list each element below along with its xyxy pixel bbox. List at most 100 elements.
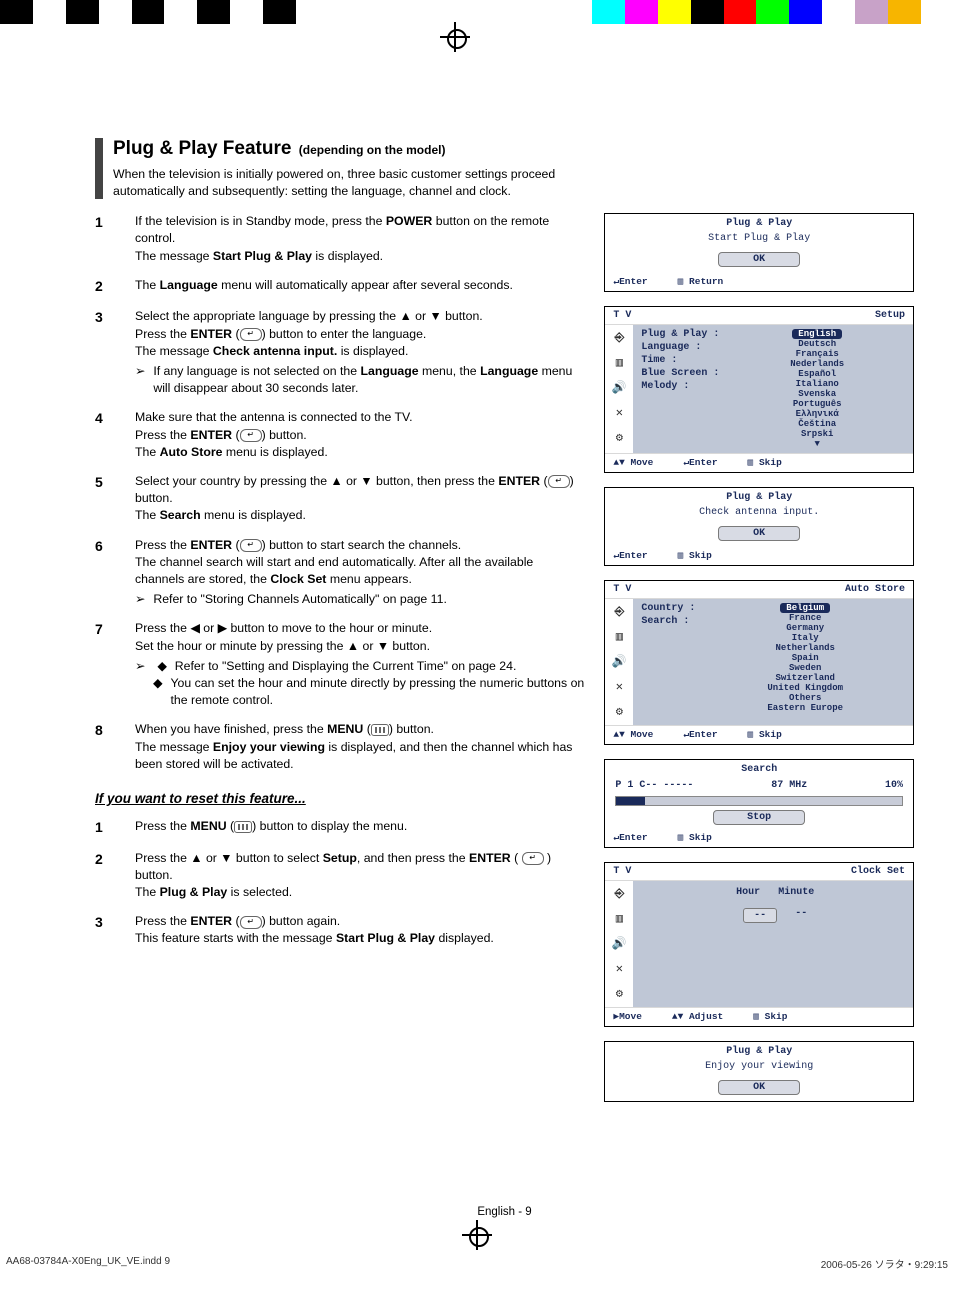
step-number: 3 bbox=[95, 913, 135, 947]
step-number: 7 bbox=[95, 620, 135, 709]
step-number: 1 bbox=[95, 213, 135, 265]
crop-color-bar bbox=[0, 0, 954, 24]
menu-value[interactable]: Ελληνικά bbox=[725, 409, 909, 419]
footer-enter: ↵Enter bbox=[683, 457, 717, 468]
sub-item: ◆You can set the hour and minute directl… bbox=[135, 675, 584, 709]
menu-value[interactable]: Čeština bbox=[725, 419, 909, 429]
menu-value[interactable]: Eastern Europe bbox=[701, 703, 909, 713]
print-foot-right: 2006-05-26 ソラタ・9:29:15 bbox=[821, 1256, 948, 1271]
enter-icon bbox=[240, 916, 262, 929]
menu-value[interactable]: Italiano bbox=[725, 379, 909, 389]
hdr-tv: T V bbox=[613, 584, 631, 595]
menu-value[interactable]: Français bbox=[725, 349, 909, 359]
footer-skip: ▥ Skip bbox=[748, 729, 782, 740]
step-body: Press the MENU () button to display the … bbox=[135, 818, 584, 838]
setup-icon: ⚙ bbox=[616, 430, 623, 445]
menu-value[interactable]: Others bbox=[701, 693, 909, 703]
footer-skip: ▥ Skip bbox=[748, 457, 782, 468]
menu-label: Melody : bbox=[641, 381, 719, 392]
reset-heading: If you want to reset this feature... bbox=[95, 791, 584, 806]
enter-icon bbox=[240, 328, 262, 341]
menu-icon bbox=[234, 821, 252, 833]
title-sub: (depending on the model) bbox=[299, 143, 446, 157]
step-body: The Language menu will automatically app… bbox=[135, 277, 584, 297]
search-channel: P 1 C-- ----- bbox=[615, 780, 693, 791]
menu-value-selected[interactable]: English bbox=[792, 329, 842, 339]
menu-value[interactable]: Italy bbox=[701, 633, 909, 643]
step-number: 4 bbox=[95, 409, 135, 461]
page-footer: English - 9 bbox=[95, 1206, 914, 1218]
stop-button[interactable]: Stop bbox=[713, 810, 805, 825]
menu-label: Time : bbox=[641, 355, 719, 366]
menu-value[interactable]: Spain bbox=[701, 653, 909, 663]
menu-value[interactable]: Nederlands bbox=[725, 359, 909, 369]
channel-icon: ✕ bbox=[616, 405, 623, 420]
step-body: Press the ◀ or ▶ button to move to the h… bbox=[135, 620, 584, 709]
section-title: Plug & Play Feature (depending on the mo… bbox=[95, 138, 914, 199]
menu-value[interactable]: Sweden bbox=[701, 663, 909, 673]
menu-value[interactable]: Svenska bbox=[725, 389, 909, 399]
reset-steps-list: 1Press the MENU () button to display the… bbox=[95, 818, 584, 948]
setup-icon: ⚙ bbox=[616, 986, 623, 1001]
osd-auto-store: T VAuto Store ⎆ ▥ 🔊 ✕ ⚙ Country :Search … bbox=[604, 580, 914, 745]
step-item: 3Select the appropriate language by pres… bbox=[95, 308, 584, 397]
left-column: 1If the television is in Standby mode, p… bbox=[95, 213, 584, 959]
osd-setup: T VSetup ⎆ ▥ 🔊 ✕ ⚙ Plug & Play :Language… bbox=[604, 306, 914, 473]
step-item: 6Press the ENTER () button to start sear… bbox=[95, 537, 584, 609]
menu-label: Search : bbox=[641, 616, 695, 627]
step-item: 2Press the ▲ or ▼ button to select Setup… bbox=[95, 850, 584, 902]
hdr-tv: T V bbox=[613, 866, 631, 877]
step-body: Press the ▲ or ▼ button to select Setup,… bbox=[135, 850, 584, 902]
menu-value[interactable]: Netherlands bbox=[701, 643, 909, 653]
menu-value[interactable]: France bbox=[701, 613, 909, 623]
hdr-right: Clock Set bbox=[851, 866, 905, 877]
footer-adjust: ▲▼ Adjust bbox=[672, 1011, 723, 1022]
ok-button[interactable]: OK bbox=[718, 1080, 800, 1095]
menu-value[interactable]: Deutsch bbox=[725, 339, 909, 349]
step-item: 2The Language menu will automatically ap… bbox=[95, 277, 584, 297]
ok-button[interactable]: OK bbox=[718, 252, 800, 267]
menu-label: Plug & Play : bbox=[641, 329, 719, 340]
input-icon: ⎆ bbox=[615, 887, 625, 901]
minute-value[interactable]: -- bbox=[795, 908, 807, 923]
step-body: Press the ENTER () button again.This fea… bbox=[135, 913, 584, 947]
picture-icon: ▥ bbox=[616, 911, 623, 926]
step-item: 3Press the ENTER () button again.This fe… bbox=[95, 913, 584, 947]
step-number: 3 bbox=[95, 308, 135, 397]
footer-skip: ▥ Skip bbox=[753, 1011, 787, 1022]
menu-value[interactable]: ▼ bbox=[725, 439, 909, 449]
step-number: 2 bbox=[95, 850, 135, 902]
osd-title: Plug & Play bbox=[605, 488, 913, 505]
hour-label: Hour bbox=[736, 887, 760, 898]
step-number: 8 bbox=[95, 721, 135, 773]
progress-bar bbox=[615, 796, 903, 806]
step-number: 6 bbox=[95, 537, 135, 609]
side-icons: ⎆ ▥ 🔊 ✕ ⚙ bbox=[605, 881, 633, 1007]
menu-icon bbox=[371, 724, 389, 736]
osd-start: Plug & Play Start Plug & Play OK ↵Enter … bbox=[604, 213, 914, 292]
step-item: 1Press the MENU () button to display the… bbox=[95, 818, 584, 838]
print-foot-left: AA68-03784A-X0Eng_UK_VE.indd 9 bbox=[6, 1256, 170, 1271]
step-number: 2 bbox=[95, 277, 135, 297]
menu-value[interactable]: Germany bbox=[701, 623, 909, 633]
menu-value[interactable]: Português bbox=[725, 399, 909, 409]
hdr-right: Auto Store bbox=[845, 584, 905, 595]
menu-value[interactable]: Switzerland bbox=[701, 673, 909, 683]
sound-icon: 🔊 bbox=[612, 936, 627, 951]
hdr-right: Setup bbox=[875, 310, 905, 321]
menu-value[interactable]: Srpski bbox=[725, 429, 909, 439]
osd-subtitle: Start Plug & Play bbox=[605, 231, 913, 250]
ok-button[interactable]: OK bbox=[718, 526, 800, 541]
menu-value-selected[interactable]: Belgium bbox=[780, 603, 830, 613]
menu-value[interactable]: United Kingdom bbox=[701, 683, 909, 693]
footer-skip: ▥ Skip bbox=[678, 832, 712, 843]
enter-icon bbox=[240, 539, 262, 552]
step-body: Press the ENTER () button to start searc… bbox=[135, 537, 584, 609]
hour-value[interactable]: -- bbox=[743, 908, 777, 923]
menu-value[interactable]: Español bbox=[725, 369, 909, 379]
step-item: 4Make sure that the antenna is connected… bbox=[95, 409, 584, 461]
sub-item: ➢Refer to "Storing Channels Automaticall… bbox=[135, 591, 584, 608]
page-content: Plug & Play Feature (depending on the mo… bbox=[0, 28, 954, 1248]
footer-move: ▶Move bbox=[613, 1011, 642, 1022]
footer-enter: ↵Enter bbox=[613, 276, 647, 287]
